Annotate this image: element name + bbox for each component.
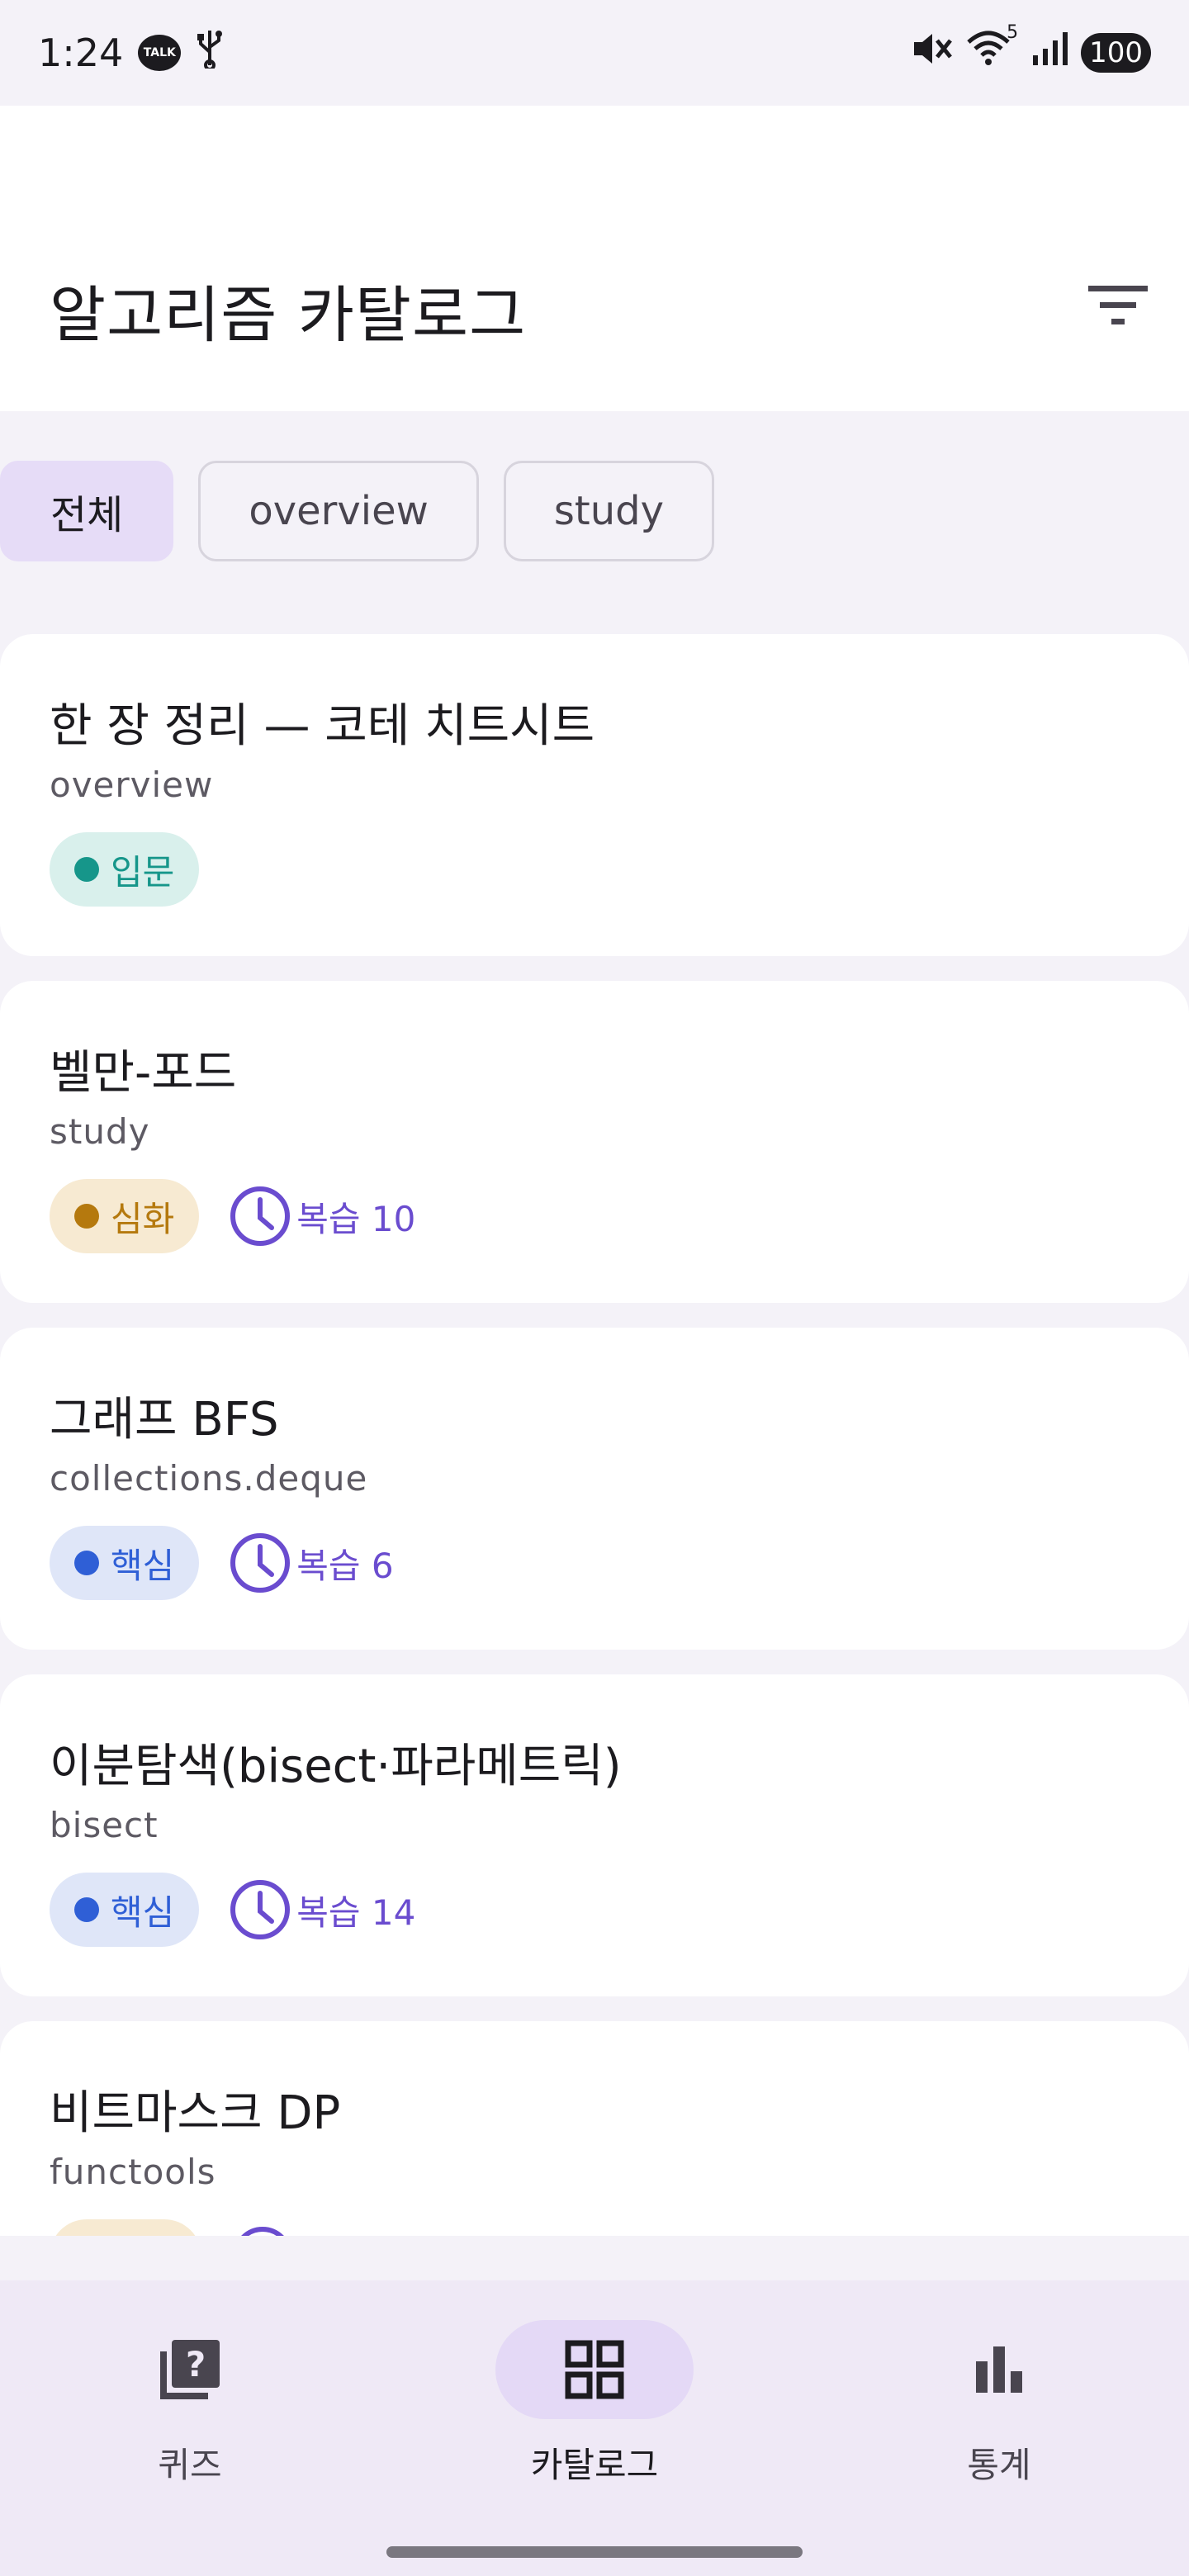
nav-label: 퀴즈	[158, 2445, 222, 2485]
clock-icon	[241, 2227, 284, 2236]
list-item[interactable]: 비트마스크 DP functools	[0, 2021, 1189, 2236]
level-badge: 핵심	[50, 1526, 200, 1600]
svg-text:?: ?	[186, 2344, 206, 2384]
filter-list-icon	[1088, 286, 1148, 324]
nav-icon-container	[900, 2320, 1098, 2419]
level-dot	[74, 1897, 99, 1922]
card-subtitle: study	[50, 1111, 150, 1152]
review-label: 복습 6	[296, 1545, 394, 1586]
nav-label: 통계	[967, 2445, 1031, 2485]
clock-icon	[230, 1880, 291, 1939]
nav-icon-container: ?	[91, 2320, 289, 2419]
level-label: 심화	[111, 1198, 175, 1239]
review-count: 복습 14	[229, 1878, 415, 1941]
list-item[interactable]: 한 장 정리 — 코테 치트시트 overview 입문	[0, 634, 1189, 956]
card-subtitle: bisect	[50, 1805, 159, 1845]
review-label: 복습 14	[296, 1892, 416, 1933]
card-subtitle: functools	[50, 2152, 216, 2192]
quiz-icon: ?	[160, 2340, 220, 2399]
chip-all[interactable]: 전체	[0, 461, 174, 561]
card-title: 벨만-포드	[50, 1046, 237, 1100]
card-title: 이분탐색(bisect·파라메트릭)	[50, 1740, 622, 1793]
chip-label: overview	[249, 488, 429, 534]
level-dot	[74, 1551, 99, 1575]
level-badge: 핵심	[50, 1873, 200, 1947]
list-item[interactable]: 그래프 BFS collections.deque 핵심 복습 6	[0, 1328, 1189, 1650]
grid-icon	[565, 2340, 624, 2399]
chip-study[interactable]: study	[503, 461, 715, 561]
wifi-icon: 5	[965, 22, 1018, 78]
card-title: 한 장 정리 — 코테 치트시트	[50, 699, 595, 753]
battery-indicator: 100	[1081, 33, 1151, 73]
nav-label: 카탈로그	[530, 2445, 659, 2485]
chip-label: study	[553, 488, 665, 534]
clock-icon	[230, 1186, 291, 1246]
mute-icon	[911, 29, 954, 78]
status-time: 1:24	[38, 31, 124, 75]
level-badge	[50, 2219, 201, 2236]
status-bar: 1:24 TALK 5 100	[0, 0, 1189, 106]
signal-icon	[1030, 29, 1069, 78]
page-title: 알고리즘 카탈로그	[50, 280, 527, 351]
bar-chart-icon	[976, 2346, 1022, 2393]
nav-item-quiz[interactable]: ? 퀴즈	[66, 2320, 314, 2488]
category-chip-group: 전체 overview study	[0, 461, 715, 561]
review-label: 복습 10	[296, 1198, 416, 1239]
level-dot	[74, 857, 99, 882]
nav-icon-container	[495, 2320, 694, 2419]
card-title: 비트마스크 DP	[50, 2086, 341, 2140]
list-item[interactable]: 이분탐색(bisect·파라메트릭) bisect 핵심 복습 14	[0, 1674, 1189, 1996]
algorithm-list[interactable]: 한 장 정리 — 코테 치트시트 overview 입문 벨만-포드 study…	[0, 634, 1189, 2236]
kakaotalk-icon: TALK	[138, 35, 182, 71]
review-count: 복습 10	[229, 1185, 415, 1248]
level-badge: 심화	[50, 1179, 200, 1253]
filter-button[interactable]	[1085, 272, 1151, 339]
chip-label: 전체	[50, 492, 124, 538]
app-header	[0, 106, 1189, 411]
card-title: 그래프 BFS	[50, 1393, 279, 1447]
card-subtitle: collections.deque	[50, 1458, 368, 1499]
card-subtitle: overview	[50, 765, 214, 805]
chip-overview[interactable]: overview	[198, 461, 479, 561]
level-dot	[74, 1204, 99, 1229]
review-count	[231, 2225, 294, 2236]
review-count: 복습 6	[229, 1532, 394, 1594]
home-indicator[interactable]	[386, 2546, 803, 2558]
wifi-label: 5	[1007, 21, 1019, 43]
nav-item-stats[interactable]: 통계	[875, 2320, 1123, 2488]
level-label: 핵심	[111, 1545, 175, 1586]
level-badge: 입문	[50, 832, 200, 907]
bottom-navigation: ? 퀴즈 카탈로그 통계	[0, 2280, 1189, 2576]
nav-item-catalog[interactable]: 카탈로그	[471, 2320, 718, 2488]
usb-icon	[196, 29, 224, 78]
clock-icon	[230, 1533, 291, 1593]
level-label: 핵심	[111, 1892, 175, 1933]
level-label: 입문	[111, 851, 175, 893]
list-item[interactable]: 벨만-포드 study 심화 복습 10	[0, 981, 1189, 1303]
